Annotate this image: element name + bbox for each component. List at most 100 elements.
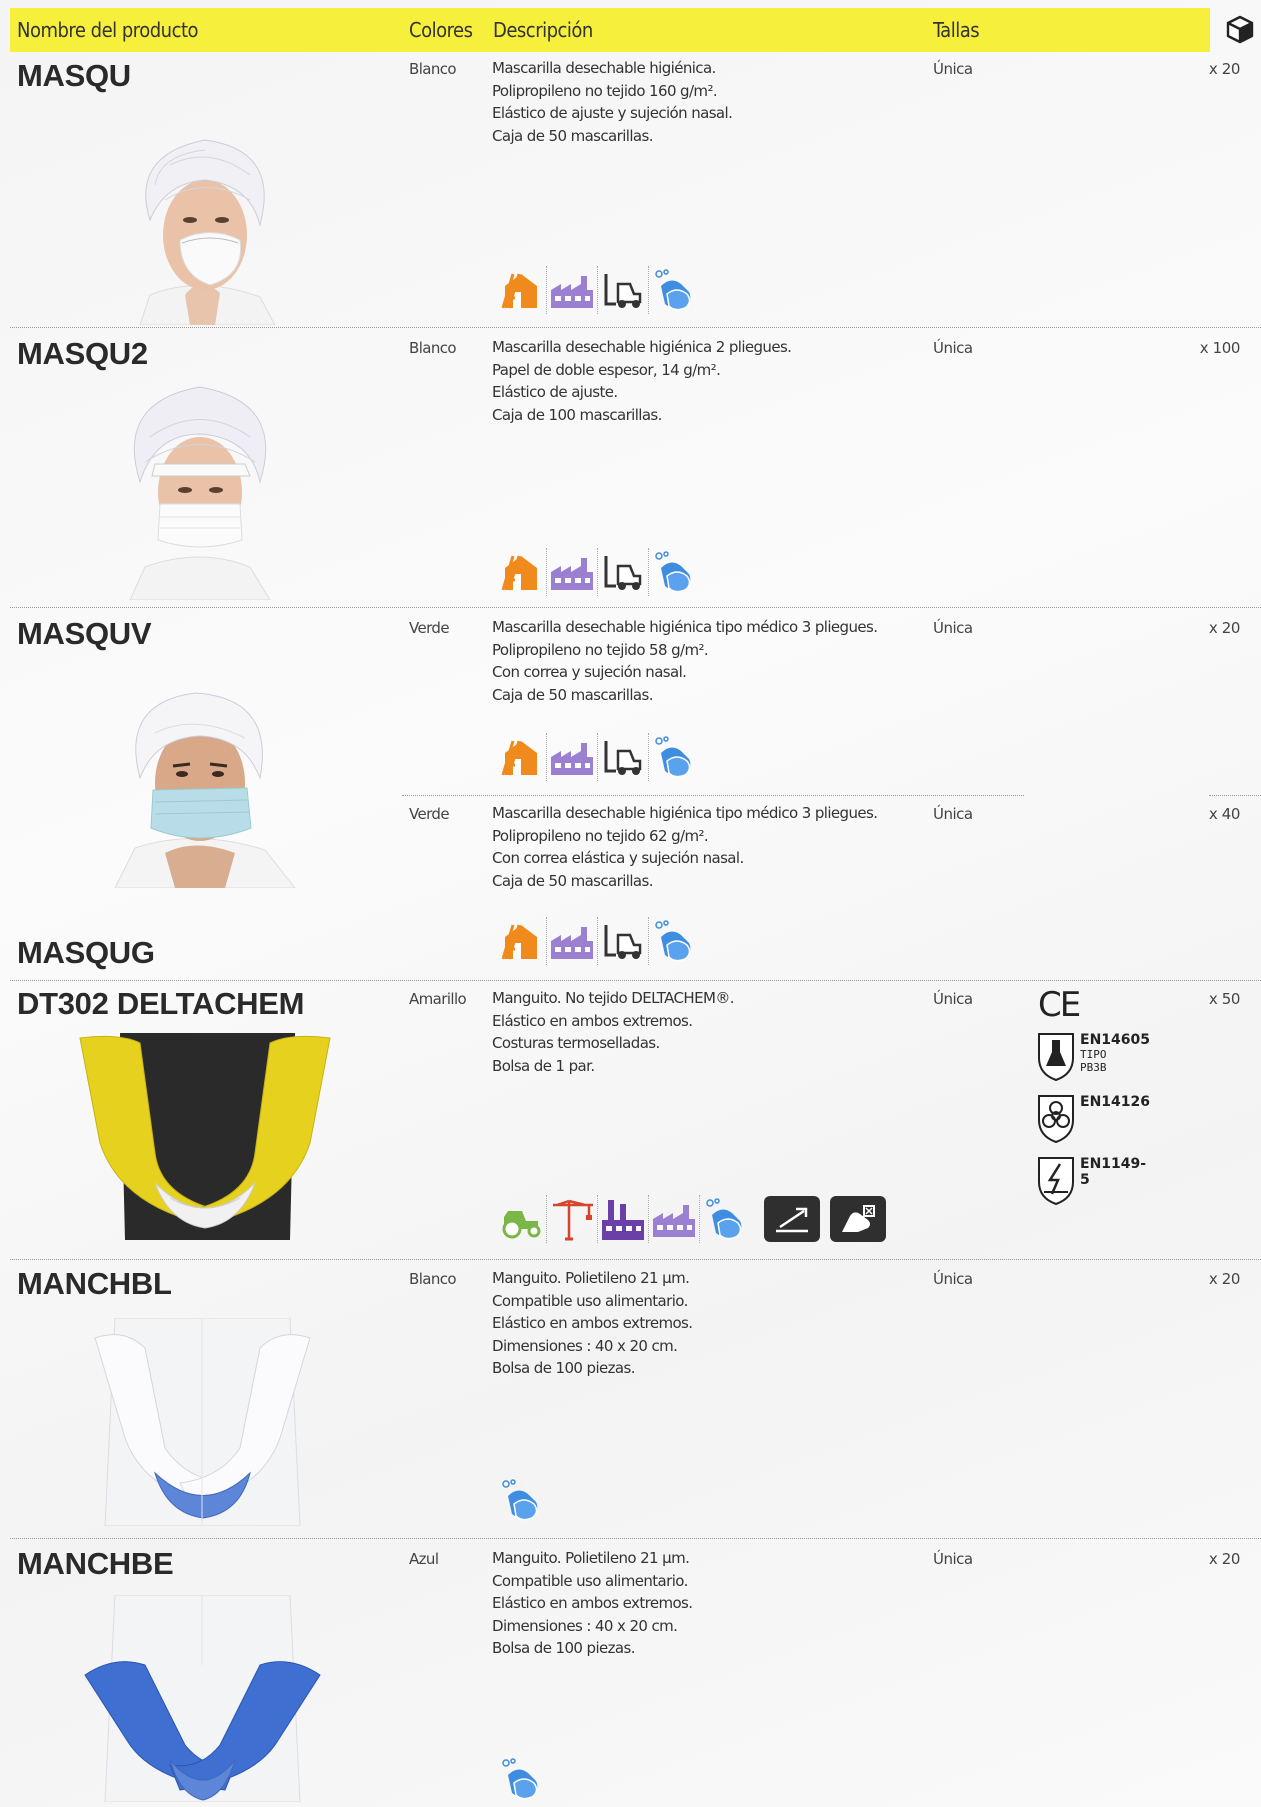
description-line: Manguito. No tejido DELTACHEM®. (492, 989, 735, 1007)
product-quantity: x 20 (1208, 619, 1241, 637)
product-name: MASQU (17, 58, 131, 93)
description-line: Mascarilla desechable higiénica tipo méd… (492, 618, 878, 636)
description-line: Mascarilla desechable higiénica tipo méd… (492, 804, 878, 822)
certification-list: EN14605 TIPO PB3B EN14126 EN1149-5 (1036, 1032, 1150, 1218)
row-divider (10, 1538, 1261, 1539)
product-description: Mascarilla desechable higiénica. Polipro… (492, 57, 733, 147)
product-quantity: x 20 (1208, 60, 1241, 78)
product-name: MASQUV (17, 616, 152, 651)
usage-icons (496, 1476, 546, 1524)
product-color: Azul (409, 1550, 439, 1568)
column-header-name: Nombre del producto (17, 18, 199, 42)
product-color: Blanco (409, 60, 457, 78)
product-name: MASQUG (17, 935, 155, 970)
product-size: Única (933, 1550, 973, 1568)
description-line: Polipropileno no tejido 58 g/m². (492, 640, 709, 659)
description-line: Elástico en ambos extremos. (492, 1011, 693, 1030)
product-color: Verde (409, 805, 450, 823)
usage-icons (496, 548, 699, 596)
usage-icons (496, 733, 699, 781)
column-header-description: Descripción (493, 18, 593, 42)
certification-item: EN1149-5 (1036, 1156, 1146, 1218)
box-icon (1226, 15, 1254, 44)
product-quantity: x 40 (1208, 805, 1241, 823)
construction-icon (496, 917, 546, 965)
product-description: Mascarilla desechable higiénica tipo méd… (492, 802, 878, 892)
row-divider (10, 1259, 1261, 1260)
construction-icon (496, 266, 546, 314)
hands-washing-icon (699, 1195, 750, 1243)
product-color: Verde (409, 619, 450, 637)
description-line: Caja de 50 mascarillas. (492, 871, 653, 890)
sub-row-divider (1209, 795, 1261, 796)
product-size: Única (933, 1270, 973, 1288)
description-line: Dimensiones : 40 x 20 cm. (492, 1336, 678, 1355)
product-size: Única (933, 60, 973, 78)
row-divider (10, 980, 1261, 981)
usage-icons (496, 266, 699, 314)
product-photo-mask-nurse (139, 139, 276, 325)
product-description: Manguito. Polietileno 21 µm. Compatible … (492, 1267, 693, 1380)
description-line: Dimensiones : 40 x 20 cm. (492, 1616, 678, 1635)
industry-icon (546, 548, 597, 596)
antistatic-icon (1038, 1157, 1074, 1206)
usage-icons (496, 917, 699, 965)
hands-washing-icon (648, 917, 699, 965)
crane-icon (546, 1195, 597, 1243)
hands-washing-icon (496, 1476, 546, 1524)
description-line: Con correa y sujeción nasal. (492, 663, 687, 681)
product-color: Blanco (409, 1270, 457, 1288)
product-quantity: x 20 (1208, 1550, 1241, 1568)
product-name: MANCHBE (17, 1546, 174, 1581)
industry-icon (648, 1195, 699, 1243)
product-description: Manguito. No tejido DELTACHEM®. Elástico… (492, 987, 735, 1077)
certification-item: EN14126 (1036, 1094, 1150, 1156)
certification-code: EN14126 (1080, 1094, 1150, 1110)
row-divider (10, 327, 1261, 328)
description-line: Compatible uso alimentario. (492, 1571, 688, 1590)
tear-pictogram-icon (764, 1196, 820, 1242)
product-name: DT302 DELTACHEM (17, 986, 305, 1021)
product-name: MANCHBL (17, 1266, 172, 1301)
forklift-icon (597, 266, 648, 314)
industry-icon (546, 733, 597, 781)
description-line: Bolsa de 1 par. (492, 1056, 595, 1075)
description-line: Mascarilla desechable higiénica 2 pliegu… (492, 338, 792, 356)
usage-icons (496, 1755, 546, 1803)
description-line: Papel de doble espesor, 14 g/m². (492, 360, 721, 379)
product-size: Única (933, 619, 973, 637)
hands-washing-icon (496, 1755, 546, 1803)
hands-washing-icon (648, 266, 699, 314)
product-size: Única (933, 990, 973, 1008)
usage-icons (496, 1195, 886, 1243)
construction-icon (496, 733, 546, 781)
description-line: Bolsa de 100 piezas. (492, 1639, 636, 1657)
product-description: Mascarilla desechable higiénica 2 pliegu… (492, 336, 792, 426)
product-photo-blue-sleeves (84, 1595, 321, 1802)
description-line: Bolsa de 100 piezas. (492, 1359, 636, 1377)
product-photo-white-sleeves (94, 1318, 311, 1526)
hands-washing-icon (648, 733, 699, 781)
industry-icon (546, 266, 597, 314)
product-color: Blanco (409, 339, 457, 357)
product-color: Amarillo (409, 990, 467, 1008)
biohazard-icon (1038, 1095, 1074, 1144)
forklift-icon (597, 733, 648, 781)
product-quantity: x 100 (1199, 339, 1241, 357)
description-line: Mascarilla desechable higiénica. (492, 59, 716, 77)
description-line: Elástico de ajuste y sujeción nasal. (492, 104, 733, 122)
description-line: Polipropileno no tejido 62 g/m². (492, 826, 709, 845)
product-photo-yellow-sleeves (79, 1033, 331, 1240)
product-size: Única (933, 339, 973, 357)
description-line: Con correa elástica y sujeción nasal. (492, 849, 744, 867)
product-description: Manguito. Polietileno 21 µm. Compatible … (492, 1547, 693, 1660)
description-line: Compatible uso alimentario. (492, 1291, 688, 1310)
sub-row-divider (402, 795, 1024, 796)
industry-icon (546, 917, 597, 965)
certification-code: EN1149-5 (1080, 1156, 1147, 1188)
product-name: MASQU2 (17, 336, 148, 371)
row-divider (10, 607, 1261, 608)
forklift-icon (597, 548, 648, 596)
description-line: Elástico en ambos extremos. (492, 1314, 693, 1332)
forklift-icon (597, 917, 648, 965)
